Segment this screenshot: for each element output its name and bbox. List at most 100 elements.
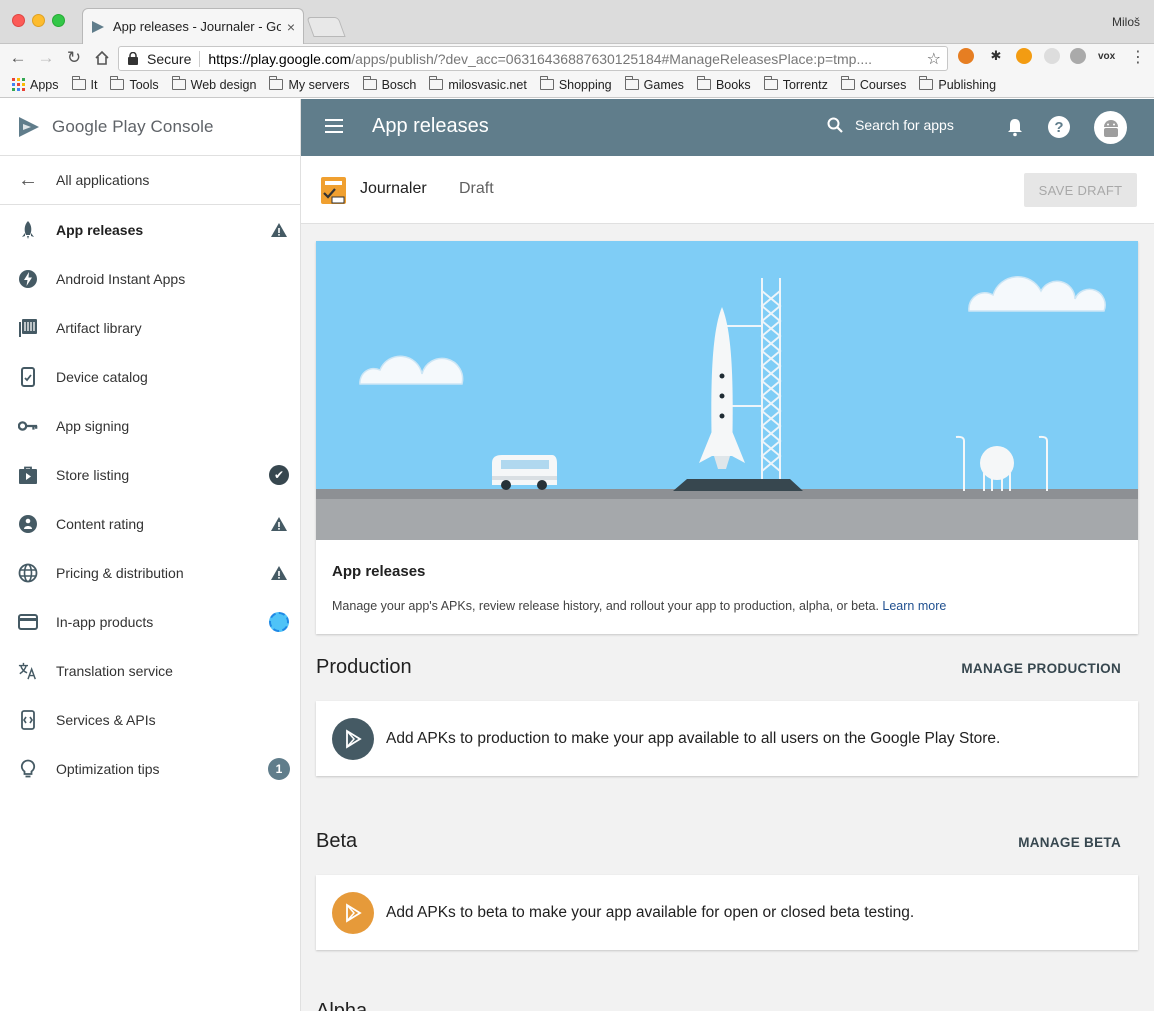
- all-applications-link[interactable]: ← All applications: [0, 156, 300, 205]
- sidebar-item-translation-service[interactable]: Translation service: [0, 646, 300, 695]
- account-avatar[interactable]: [1094, 111, 1127, 144]
- beta-title: Beta: [316, 830, 358, 852]
- library-icon: [18, 318, 38, 338]
- sidebar-item-label: Content rating: [56, 515, 144, 532]
- bookmark-apps[interactable]: Apps: [12, 78, 59, 92]
- bookmark-folder[interactable]: Books: [696, 76, 751, 92]
- brand[interactable]: Google Play Console: [0, 99, 300, 156]
- bookmark-folder[interactable]: milosvasic.net: [429, 76, 527, 92]
- bulb-icon: [18, 759, 38, 779]
- store-icon: [18, 465, 38, 485]
- bookmark-folder[interactable]: It: [71, 76, 98, 92]
- folder-icon: [539, 76, 554, 90]
- browser-titlebar: App releases - Journaler - Goo × Miloš: [0, 0, 1154, 44]
- sidebar: Google Play Console ← All applications A…: [0, 99, 301, 1011]
- tips-count-badge: 1: [268, 758, 290, 780]
- sidebar-item-app-releases[interactable]: App releases: [0, 205, 300, 254]
- pinterest-extension-icon[interactable]: [958, 48, 974, 64]
- address-bar[interactable]: Secure https://play.google.com /apps/pub…: [118, 46, 948, 71]
- sidebar-item-device-catalog[interactable]: Device catalog: [0, 352, 300, 401]
- back-arrow-icon[interactable]: ←: [8, 48, 28, 68]
- bookmark-label: Games: [643, 77, 684, 92]
- bookmark-folder[interactable]: Games: [624, 76, 684, 92]
- sidebar-item-store-listing[interactable]: Store listing ✔: [0, 450, 300, 499]
- sidebar-item-services-apis[interactable]: Services & APIs: [0, 695, 300, 744]
- manage-beta-button[interactable]: MANAGE BETA: [1018, 835, 1121, 850]
- bookmark-folder[interactable]: Bosch: [362, 76, 417, 92]
- folder-icon: [110, 76, 125, 90]
- bookmark-folder[interactable]: My servers: [269, 76, 350, 92]
- bookmark-label: Bosch: [381, 77, 417, 92]
- play-console-favicon-icon: [92, 20, 104, 33]
- folder-icon: [269, 76, 284, 90]
- sidebar-item-label: Pricing & distribution: [56, 564, 184, 581]
- bookmark-folder[interactable]: Courses: [840, 76, 906, 92]
- api-icon: [18, 709, 38, 730]
- journaler-app-icon: [321, 177, 346, 204]
- folder-icon: [763, 76, 778, 90]
- warning-icon: [268, 513, 290, 535]
- bookmark-label: Tools: [129, 77, 159, 92]
- bookmark-folder[interactable]: Shopping: [539, 76, 612, 92]
- tab-close-icon[interactable]: ×: [287, 19, 295, 35]
- manage-production-button[interactable]: MANAGE PRODUCTION: [961, 661, 1121, 676]
- hero-description-text: Manage your app's APKs, review release h…: [332, 599, 879, 613]
- profile-name[interactable]: Miloš: [1112, 15, 1140, 29]
- save-draft-button[interactable]: SAVE DRAFT: [1024, 173, 1137, 207]
- main-content: Journaler Draft SAVE DRAFT App releases …: [301, 156, 1154, 1011]
- warning-icon: [268, 562, 290, 584]
- bookmark-label: It: [90, 77, 98, 92]
- sidebar-item-label: Android Instant Apps: [56, 270, 186, 287]
- bookmark-folder[interactable]: Tools: [110, 76, 159, 92]
- beta-card: Add APKs to beta to make your app availa…: [316, 875, 1138, 950]
- sidebar-item-optimization-tips[interactable]: Optimization tips 1: [0, 744, 300, 793]
- sidebar-item-android-instant-apps[interactable]: Android Instant Apps: [0, 254, 300, 303]
- forward-arrow-icon[interactable]: →: [36, 48, 56, 68]
- browser-tab[interactable]: App releases - Journaler - Goo ×: [82, 8, 304, 44]
- folder-icon: [624, 76, 639, 90]
- secure-label: Secure: [147, 50, 192, 67]
- sidebar-item-label: Services & APIs: [56, 711, 156, 728]
- sync-extension-icon[interactable]: [1044, 48, 1060, 64]
- hamburger-menu-icon[interactable]: [325, 119, 343, 133]
- rating-icon: [18, 514, 38, 534]
- folder-icon: [429, 76, 444, 90]
- folder-icon: [919, 76, 934, 90]
- search-label: Search for apps: [855, 117, 954, 133]
- learn-more-link[interactable]: Learn more: [882, 599, 946, 613]
- bookmark-label: Books: [715, 77, 751, 92]
- bookmarks-bar: Apps It Tools Web design My servers Bosc…: [0, 72, 1154, 98]
- sidebar-item-pricing-distribution[interactable]: Pricing & distribution: [0, 548, 300, 597]
- search-apps-button[interactable]: Search for apps: [827, 117, 954, 133]
- folder-icon: [362, 76, 377, 90]
- lock-icon: [128, 52, 138, 65]
- sidebar-item-in-app-products[interactable]: In-app products: [0, 597, 300, 646]
- beta-message: Add APKs to beta to make your app availa…: [386, 903, 915, 921]
- minimize-window-button[interactable]: [32, 14, 45, 27]
- app-releases-hero-card: App releases Manage your app's APKs, rev…: [316, 241, 1138, 634]
- sidebar-item-app-signing[interactable]: App signing: [0, 401, 300, 450]
- vox-extension-icon[interactable]: vox: [1098, 51, 1115, 62]
- globe-icon: [18, 563, 38, 583]
- bookmark-folder[interactable]: Publishing: [919, 76, 996, 92]
- orange-extension-icon[interactable]: [1016, 48, 1032, 64]
- reload-icon[interactable]: ↻: [64, 48, 84, 68]
- extension-star-icon[interactable]: ✱: [988, 48, 1004, 64]
- bookmark-label: Apps: [30, 77, 59, 92]
- help-icon[interactable]: ?: [1048, 116, 1070, 138]
- sidebar-item-content-rating[interactable]: Content rating: [0, 499, 300, 548]
- new-tab-button[interactable]: [306, 17, 346, 37]
- notifications-bell-icon[interactable]: [1005, 117, 1025, 137]
- draft-bar: Journaler Draft SAVE DRAFT: [301, 156, 1154, 224]
- card-icon: [18, 612, 38, 632]
- close-window-button[interactable]: [12, 14, 25, 27]
- home-icon[interactable]: [92, 48, 112, 68]
- bookmark-folder[interactable]: Web design: [171, 76, 256, 92]
- cloud-extension-icon[interactable]: [1070, 48, 1086, 64]
- sidebar-item-artifact-library[interactable]: Artifact library: [0, 303, 300, 352]
- maximize-window-button[interactable]: [52, 14, 65, 27]
- bookmark-folder[interactable]: Torrentz: [763, 76, 828, 92]
- sidebar-item-label: Store listing: [56, 466, 130, 483]
- bookmark-star-icon[interactable]: ☆: [927, 49, 941, 69]
- browser-menu-icon[interactable]: ⋮: [1130, 47, 1146, 67]
